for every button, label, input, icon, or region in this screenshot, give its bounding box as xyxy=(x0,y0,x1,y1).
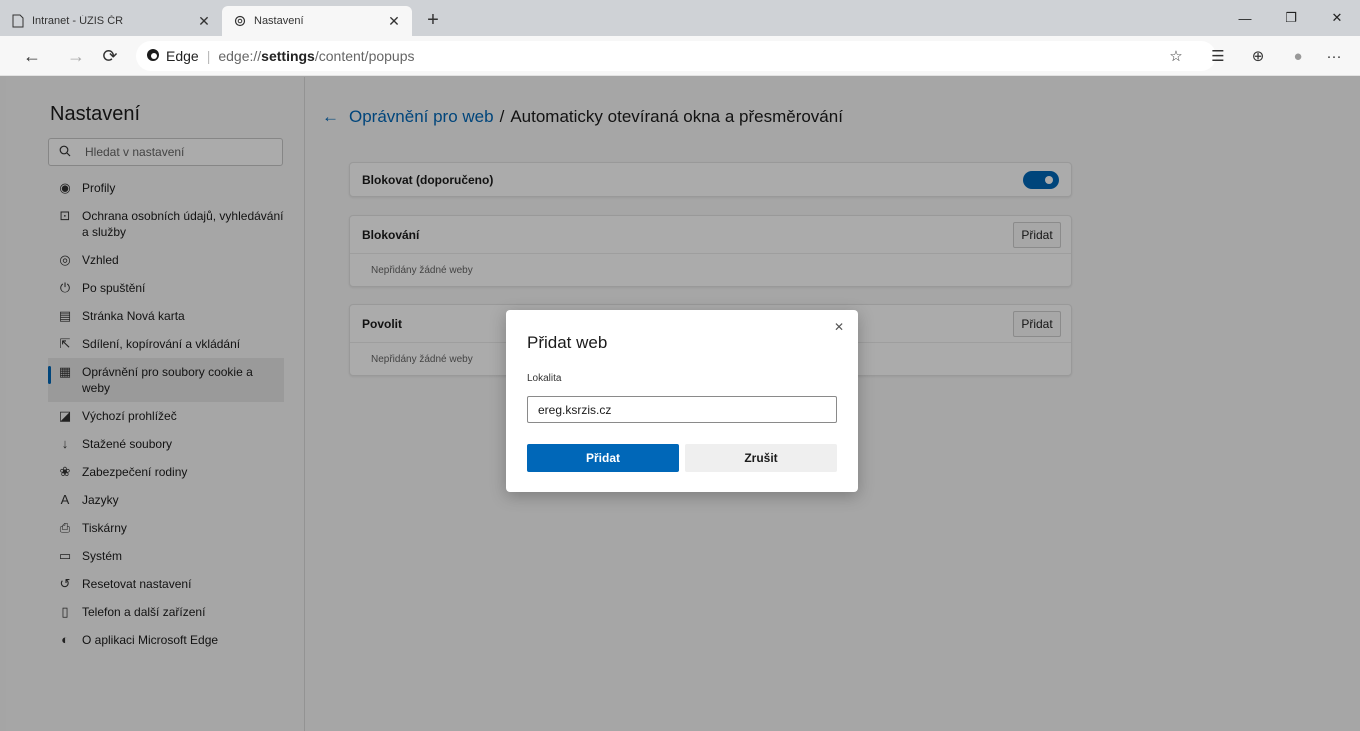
tab-close-icon[interactable]: ✕ xyxy=(386,13,402,29)
favorites-icon[interactable]: ☰ xyxy=(1204,42,1232,70)
add-button[interactable]: Přidat xyxy=(527,444,679,472)
address-toolbar: ← → ⟳ Edge | edge:// settings /content/p… xyxy=(0,36,1360,76)
forward-icon[interactable]: → xyxy=(62,42,90,70)
edge-logo-icon xyxy=(146,48,160,65)
new-tab-button[interactable]: + xyxy=(420,8,446,32)
add-site-dialog: ✕ Přidat web Lokalita Přidat Zrušit xyxy=(506,310,858,492)
more-icon[interactable]: ··· xyxy=(1320,42,1348,70)
address-brand: Edge xyxy=(166,48,199,64)
minimize-icon[interactable]: — xyxy=(1222,6,1268,30)
gear-icon xyxy=(232,13,248,29)
page-icon xyxy=(10,13,26,29)
tab-strip: Intranet - ÚZIS ČR ✕ Nastavení ✕ + — ❐ ✕ xyxy=(0,0,1360,36)
collections-icon[interactable]: ⊕ xyxy=(1244,42,1272,70)
url-path: /content/popups xyxy=(314,48,415,64)
site-input[interactable] xyxy=(527,396,837,423)
address-separator: | xyxy=(206,48,211,64)
tab-intranet[interactable]: Intranet - ÚZIS ČR ✕ xyxy=(0,6,222,36)
url-host: settings xyxy=(261,48,315,64)
dialog-title: Přidat web xyxy=(527,333,608,352)
close-icon[interactable]: ✕ xyxy=(832,320,846,334)
tab-title: Intranet - ÚZIS ČR xyxy=(32,15,124,27)
close-window-icon[interactable]: ✕ xyxy=(1314,6,1360,30)
site-field-label: Lokalita xyxy=(527,373,562,384)
tab-close-icon[interactable]: ✕ xyxy=(196,13,212,29)
refresh-icon[interactable]: ⟳ xyxy=(96,42,124,70)
tab-title: Nastavení xyxy=(254,15,304,27)
url-prefix: edge:// xyxy=(218,48,262,64)
cancel-button[interactable]: Zrušit xyxy=(685,444,837,472)
tab-settings[interactable]: Nastavení ✕ xyxy=(222,6,412,36)
address-bar[interactable]: Edge | edge:// settings /content/popups xyxy=(136,41,1216,71)
back-icon[interactable]: ← xyxy=(18,42,46,70)
profile-avatar-icon[interactable]: ● xyxy=(1284,42,1312,70)
restore-icon[interactable]: ❐ xyxy=(1268,6,1314,30)
favorite-star-icon[interactable]: ☆ xyxy=(1162,42,1190,70)
